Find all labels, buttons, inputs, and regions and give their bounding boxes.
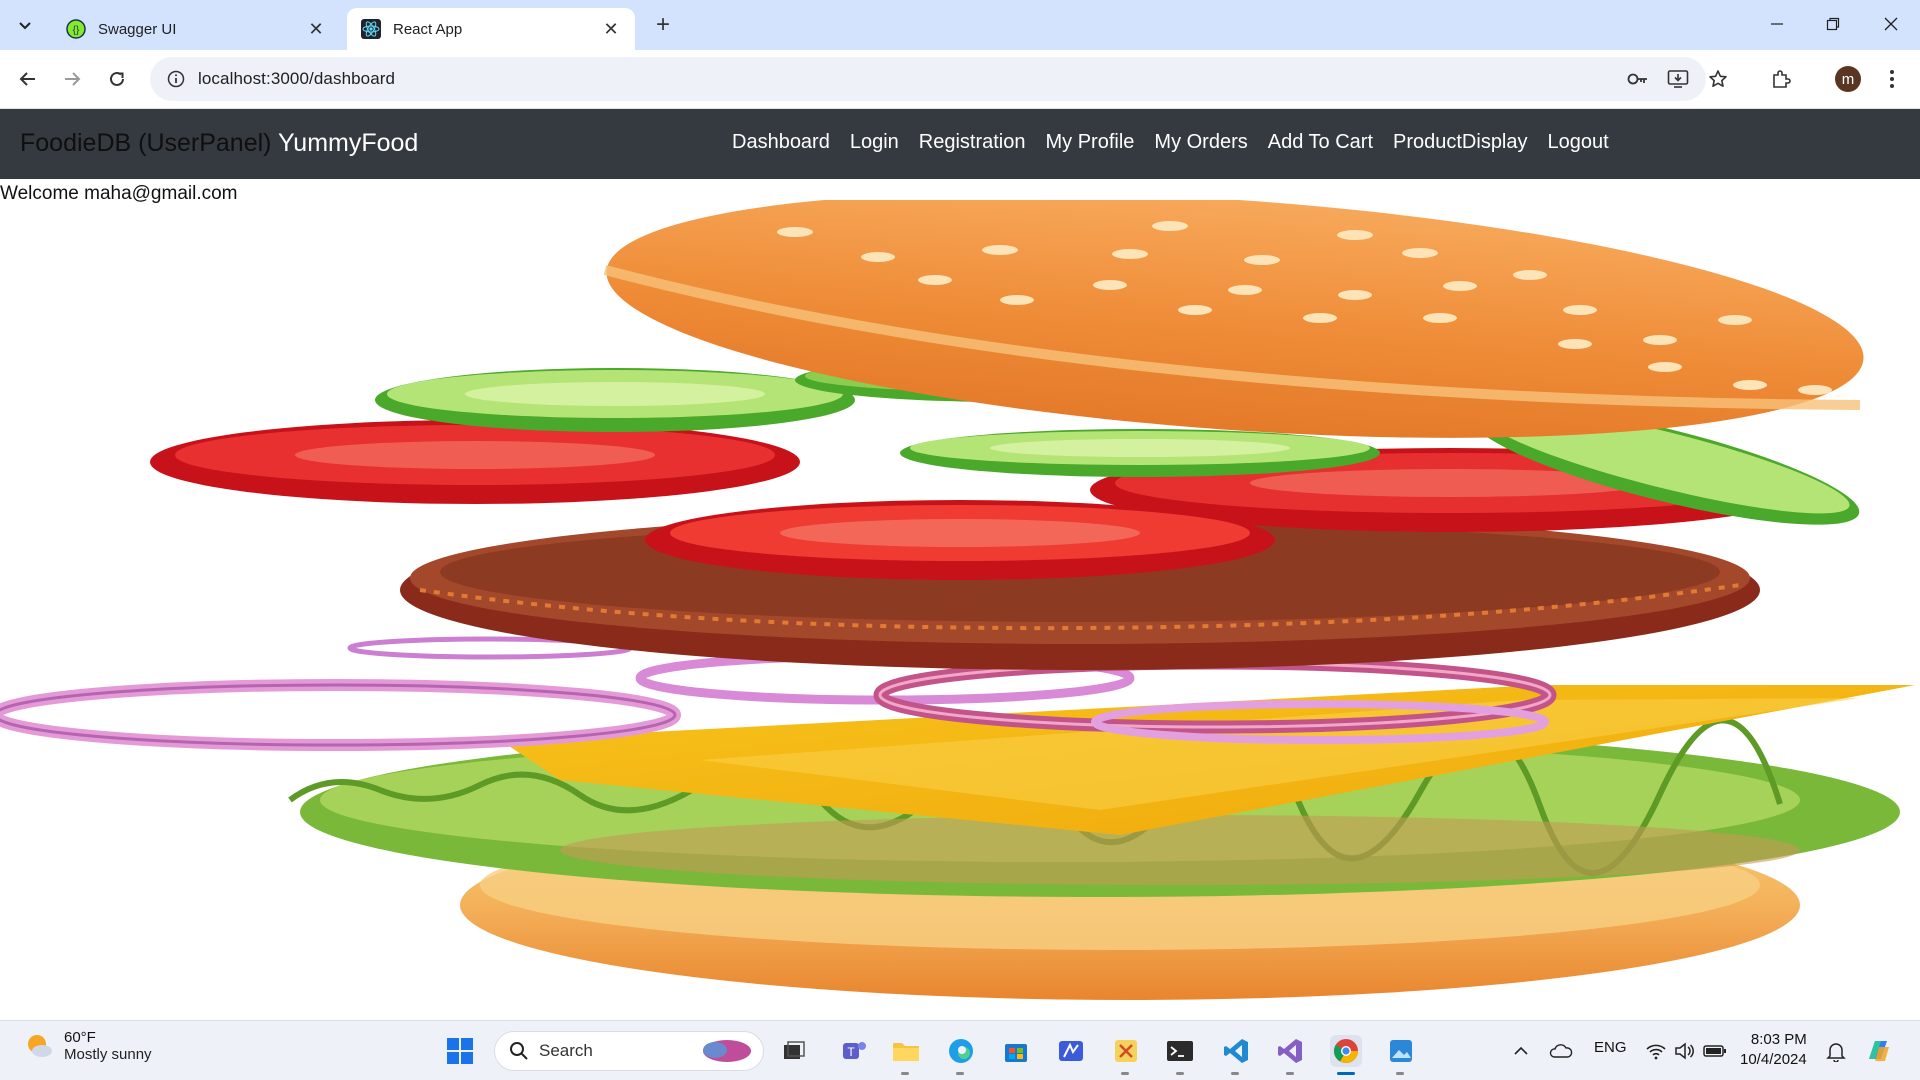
url-text: localhost:3000/dashboard xyxy=(198,69,396,88)
address-bar[interactable]: localhost:3000/dashboard xyxy=(150,57,1727,101)
nav-links: Dashboard Login Registration My Profile … xyxy=(732,131,1609,154)
panel-brand[interactable]: FoodieDB (UserPanel) xyxy=(20,129,272,158)
browser-tab-strip: {} Swagger UI ✕ React App ✕ + xyxy=(0,0,1920,50)
task-view-icon[interactable] xyxy=(778,1035,810,1067)
terminal-icon[interactable] xyxy=(1164,1035,1196,1067)
swagger-icon: {} xyxy=(66,19,86,39)
burger-hero-image xyxy=(0,200,1915,1000)
chevron-up-icon[interactable] xyxy=(1505,1035,1537,1067)
nav-link-my-orders[interactable]: My Orders xyxy=(1154,131,1247,154)
react-icon xyxy=(361,19,381,39)
install-app-icon[interactable] xyxy=(1666,67,1690,91)
running-indicator xyxy=(1396,1072,1404,1075)
volume-icon[interactable] xyxy=(1669,1035,1701,1067)
tab-react-app[interactable]: React App ✕ xyxy=(347,8,635,50)
wifi-icon[interactable] xyxy=(1640,1035,1672,1067)
running-indicator xyxy=(901,1072,909,1075)
running-indicator xyxy=(1176,1072,1184,1075)
restore-icon[interactable] xyxy=(1806,0,1860,48)
system-clock[interactable]: 8:03 PM 10/4/2024 xyxy=(1740,1030,1807,1070)
reload-icon[interactable] xyxy=(100,62,134,96)
back-icon[interactable] xyxy=(11,62,45,96)
running-indicator xyxy=(1286,1072,1294,1075)
running-indicator xyxy=(956,1072,964,1075)
windows-start-icon[interactable] xyxy=(444,1035,476,1067)
close-window-icon[interactable] xyxy=(1864,0,1918,48)
password-key-icon[interactable] xyxy=(1626,67,1650,91)
site-info-icon[interactable] xyxy=(154,70,198,88)
file-explorer-icon[interactable] xyxy=(890,1035,922,1067)
search-placeholder: Search xyxy=(539,1041,593,1060)
onedrive-icon[interactable] xyxy=(1545,1035,1577,1067)
nav-link-product-display[interactable]: ProductDisplay xyxy=(1393,131,1528,154)
nav-link-logout[interactable]: Logout xyxy=(1548,131,1609,154)
search-icon xyxy=(510,1042,528,1060)
microsoft-store-icon[interactable] xyxy=(1000,1035,1032,1067)
battery-icon[interactable] xyxy=(1699,1035,1731,1067)
forward-icon[interactable] xyxy=(55,62,89,96)
svg-text:{}: {} xyxy=(73,25,80,36)
snipping-tool-icon[interactable] xyxy=(1110,1035,1142,1067)
running-indicator xyxy=(1231,1072,1239,1075)
powerapps-icon[interactable] xyxy=(1055,1035,1087,1067)
search-highlight-icon xyxy=(703,1040,751,1062)
profile-avatar[interactable]: m xyxy=(1835,66,1861,92)
app-navbar: FoodieDB (UserPanel) YummyFood Dashboard… xyxy=(0,109,1920,179)
notification-bell-icon[interactable] xyxy=(1820,1035,1852,1067)
edge-icon[interactable] xyxy=(945,1035,977,1067)
bookmark-star-icon[interactable] xyxy=(1706,67,1730,91)
close-icon[interactable]: ✕ xyxy=(601,19,621,39)
windows-taskbar: 60°F Mostly sunny Search T ENG 8:03 PM 1… xyxy=(0,1020,1920,1080)
clock-time: 8:03 PM xyxy=(1750,1031,1807,1048)
new-tab-button[interactable]: + xyxy=(648,10,678,40)
taskbar-search[interactable]: Search xyxy=(494,1031,764,1071)
nav-link-dashboard[interactable]: Dashboard xyxy=(732,131,830,154)
tab-title: Swagger UI xyxy=(98,20,177,38)
teams-icon[interactable]: T xyxy=(838,1035,870,1067)
clock-date: 10/4/2024 xyxy=(1740,1051,1807,1068)
weather-widget[interactable]: 60°F Mostly sunny xyxy=(24,1029,152,1063)
weather-temp: 60°F xyxy=(64,1029,96,1046)
tab-title: React App xyxy=(393,20,463,38)
chrome-icon[interactable] xyxy=(1330,1035,1362,1067)
minimize-icon[interactable] xyxy=(1750,0,1804,48)
partly-sunny-icon xyxy=(28,1035,52,1057)
photos-icon[interactable] xyxy=(1385,1035,1417,1067)
tab-search-button[interactable] xyxy=(10,10,40,40)
visual-studio-icon[interactable] xyxy=(1274,1035,1306,1067)
weather-condition: Mostly sunny xyxy=(64,1046,152,1063)
nav-link-my-profile[interactable]: My Profile xyxy=(1046,131,1135,154)
svg-text:T: T xyxy=(847,1045,855,1059)
copilot-icon[interactable] xyxy=(1863,1035,1895,1067)
nav-link-add-to-cart[interactable]: Add To Cart xyxy=(1268,131,1373,154)
more-menu-icon[interactable] xyxy=(1875,62,1909,96)
close-icon[interactable]: ✕ xyxy=(306,19,326,39)
tab-swagger-ui[interactable]: {} Swagger UI ✕ xyxy=(52,8,340,50)
app-brand[interactable]: YummyFood xyxy=(278,129,418,158)
running-indicator xyxy=(1121,1072,1129,1075)
chevron-down-icon xyxy=(19,22,31,30)
language-indicator[interactable]: ENG xyxy=(1594,1039,1627,1056)
browser-toolbar: localhost:3000/dashboard xyxy=(0,50,1920,109)
nav-link-registration[interactable]: Registration xyxy=(919,131,1026,154)
nav-link-login[interactable]: Login xyxy=(850,131,899,154)
vscode-icon[interactable] xyxy=(1220,1035,1252,1067)
extensions-icon[interactable] xyxy=(1764,62,1798,96)
running-indicator-active xyxy=(1337,1072,1355,1075)
